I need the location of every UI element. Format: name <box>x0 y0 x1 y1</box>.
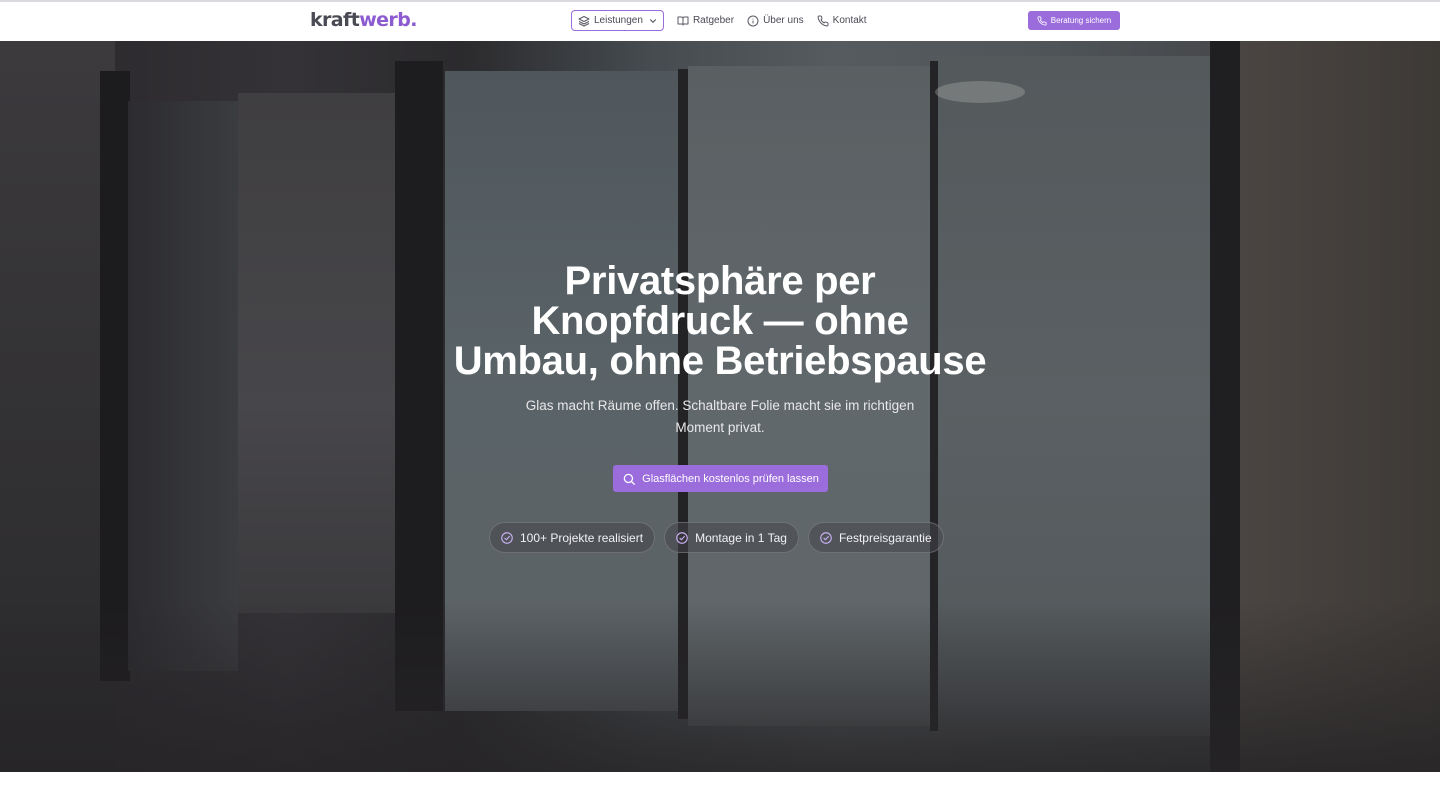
trust-badge: 100+ Projekte realisiert <box>489 522 656 553</box>
check-glass-button-label: Glasflächen kostenlos prüfen lassen <box>642 472 819 485</box>
search-icon <box>622 472 636 486</box>
hero-subtitle: Glas macht Räume offen. Schaltbare Folie… <box>525 398 915 435</box>
nav-item-label: Kontakt <box>832 15 867 26</box>
consultation-button[interactable]: Beratung sichern <box>1028 11 1120 30</box>
phone-icon <box>1037 15 1047 26</box>
hero-title: Privatsphäre per Knopfdruck — ohne Umbau… <box>453 259 987 383</box>
check-glass-button[interactable]: Glasflächen kostenlos prüfen lassen <box>613 465 828 492</box>
check-circle-icon <box>500 531 514 545</box>
trust-badge-label: Festpreisgarantie <box>838 530 932 545</box>
nav-item-label: Über uns <box>763 15 804 26</box>
info-icon <box>747 15 759 27</box>
nav-item-kontakt[interactable]: Kontakt <box>817 10 867 31</box>
book-icon <box>677 15 689 27</box>
nav-item-label: Ratgeber <box>692 15 735 26</box>
trust-badge-label: 100+ Projekte realisiert <box>520 530 644 545</box>
nav-item-ueber-uns[interactable]: Über uns <box>747 10 804 31</box>
trust-badge: Montage in 1 Tag <box>664 522 799 553</box>
trust-badge-label: Montage in 1 Tag <box>695 530 787 545</box>
hero-section: Privatsphäre per Knopfdruck — ohne Umbau… <box>0 41 1440 772</box>
nav-item-leistungen[interactable]: Leistungen <box>571 10 664 31</box>
consultation-button-label: Beratung sichern <box>1050 16 1112 25</box>
trust-badge: Festpreisgarantie <box>807 522 944 553</box>
layers-icon <box>578 15 590 27</box>
check-circle-icon <box>675 531 689 545</box>
nav-item-label: Leistungen <box>594 15 643 26</box>
brand-logo[interactable]: kraftwerb. <box>310 8 417 32</box>
hero-content: Privatsphäre per Knopfdruck — ohne Umbau… <box>0 41 1440 772</box>
phone-icon <box>817 14 829 27</box>
site-header: kraftwerb. Leistungen Ratgeber Über uns <box>0 2 1440 41</box>
next-section <box>0 772 1440 810</box>
trust-badges: 100+ Projekte realisiert Montage in 1 Ta… <box>489 522 953 553</box>
main-nav: Leistungen Ratgeber Über uns Kontakt <box>571 10 880 31</box>
nav-item-ratgeber[interactable]: Ratgeber <box>677 10 734 31</box>
check-circle-icon <box>819 531 833 545</box>
chevron-down-icon <box>648 16 658 26</box>
